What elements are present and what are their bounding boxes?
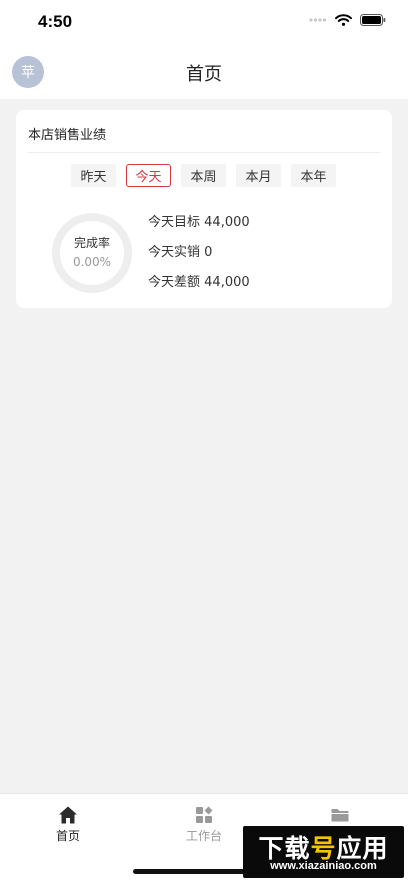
stat-value: 0	[204, 245, 213, 260]
stat-row-target: 今天目标 44,000	[148, 214, 250, 244]
stat-value: 44,000	[204, 215, 250, 230]
stat-row-actual: 今天实销 0	[148, 244, 250, 274]
period-tabs: 昨天 今天 本周 本月 本年	[71, 164, 336, 187]
wifi-icon	[335, 14, 352, 26]
period-tab-this-year[interactable]: 本年	[291, 164, 336, 187]
watermark-text-highlight: 号	[310, 834, 337, 863]
tab-label: 首页	[55, 829, 80, 843]
period-tab-this-week[interactable]: 本周	[181, 164, 226, 187]
watermark-text-1: 下载	[258, 834, 311, 863]
completion-label: 完成率	[73, 236, 110, 250]
period-tab-today[interactable]: 今天	[126, 164, 171, 187]
status-icons	[309, 14, 386, 26]
status-bar: 4:50	[0, 0, 408, 44]
signal-icon	[309, 18, 327, 22]
card-divider	[28, 152, 380, 153]
watermark-logo: 下载号应用 www.xiazainiao.com	[243, 826, 404, 878]
period-tab-this-month[interactable]: 本月	[236, 164, 281, 187]
home-icon	[59, 806, 77, 824]
watermark-url: www.xiazainiao.com	[270, 860, 377, 872]
period-tab-yesterday[interactable]: 昨天	[71, 164, 116, 187]
card-title: 本店销售业绩	[28, 128, 107, 143]
completion-ring	[52, 213, 132, 293]
page-title: 首页	[186, 64, 222, 85]
folder-icon	[331, 809, 349, 822]
stat-label: 今天目标	[148, 215, 201, 230]
sales-performance-card: 本店销售业绩 昨天 今天 本周 本月 本年 完成率 0.00% 今天目标 44,…	[16, 110, 392, 308]
tab-home[interactable]: 首页	[0, 794, 136, 854]
workbench-icon	[196, 806, 213, 823]
status-time: 4:50	[38, 12, 73, 31]
watermark-text-2: 应用	[336, 834, 389, 863]
completion-value: 0.00%	[72, 255, 112, 269]
stat-label: 今天实销	[148, 245, 201, 260]
nav-bar: 苹 首页	[0, 44, 408, 99]
sales-stats: 今天目标 44,000 今天实销 0 今天差额 44,000	[148, 214, 250, 304]
stat-row-difference: 今天差额 44,000	[148, 274, 250, 304]
stat-value: 44,000	[204, 275, 250, 290]
stat-label: 今天差额	[148, 275, 201, 290]
battery-icon	[360, 14, 386, 26]
